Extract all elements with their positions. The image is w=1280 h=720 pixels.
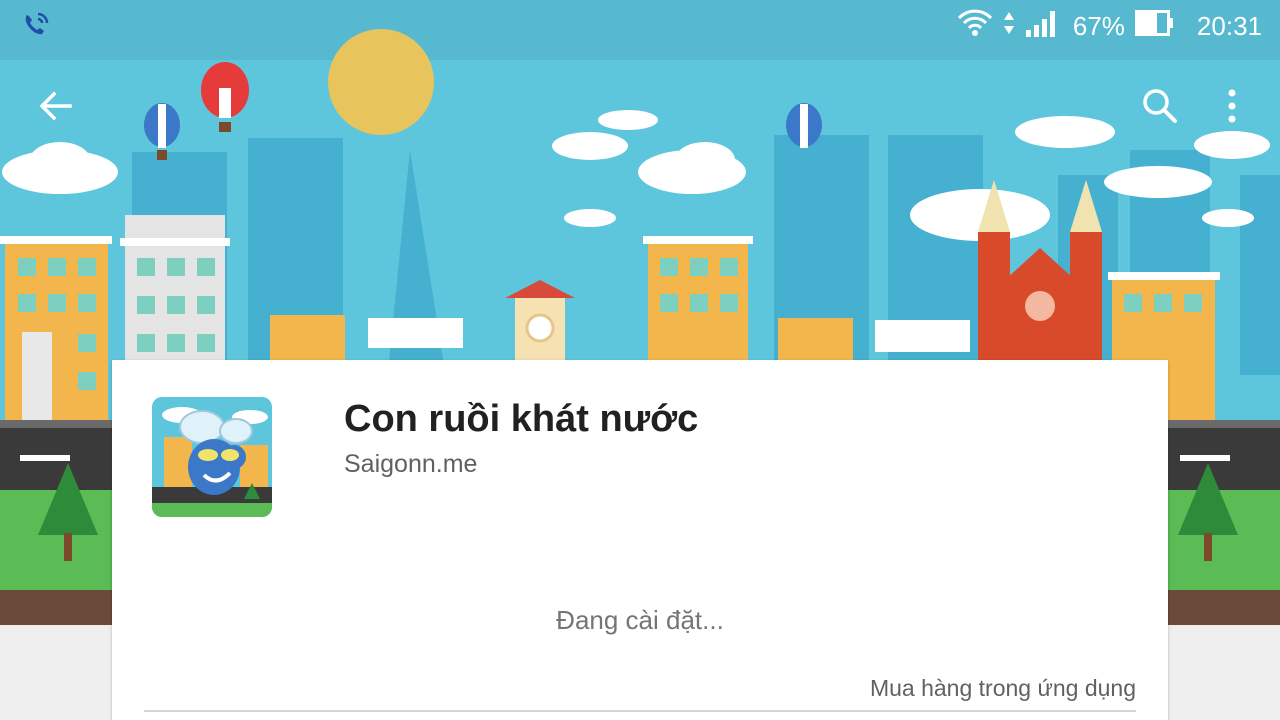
app-icon[interactable] [152,397,272,517]
in-app-purchases-label: Mua hàng trong ứng dụng [869,675,1136,701]
battery-percent: 67% [1072,10,1125,41]
search-icon [1143,89,1177,123]
wifi-icon [957,8,993,45]
data-transfer-icon [1003,9,1015,44]
status-bar: 67% 20:31 [0,0,1280,52]
phone-wifi-call-icon [20,10,52,45]
divider [144,710,1136,712]
app-title: Con ruồi khát nước [344,398,699,440]
battery-fill [1137,12,1157,33]
cell-signal-icon [1025,8,1059,45]
app-detail-card: Con ruồi khát nước Saigonn.me Đang cài đ… [112,360,1168,720]
more-options-button[interactable] [1208,82,1256,130]
search-button[interactable] [1136,82,1184,130]
more-vert-icon [1228,89,1236,123]
arrow-back-icon [39,91,72,121]
battery-icon [1134,9,1175,43]
install-status-text: Đang cài đặt... [556,605,724,635]
back-button[interactable] [31,82,79,130]
developer-name[interactable]: Saigonn.me [344,450,477,479]
status-clock: 20:31 [1196,10,1262,41]
